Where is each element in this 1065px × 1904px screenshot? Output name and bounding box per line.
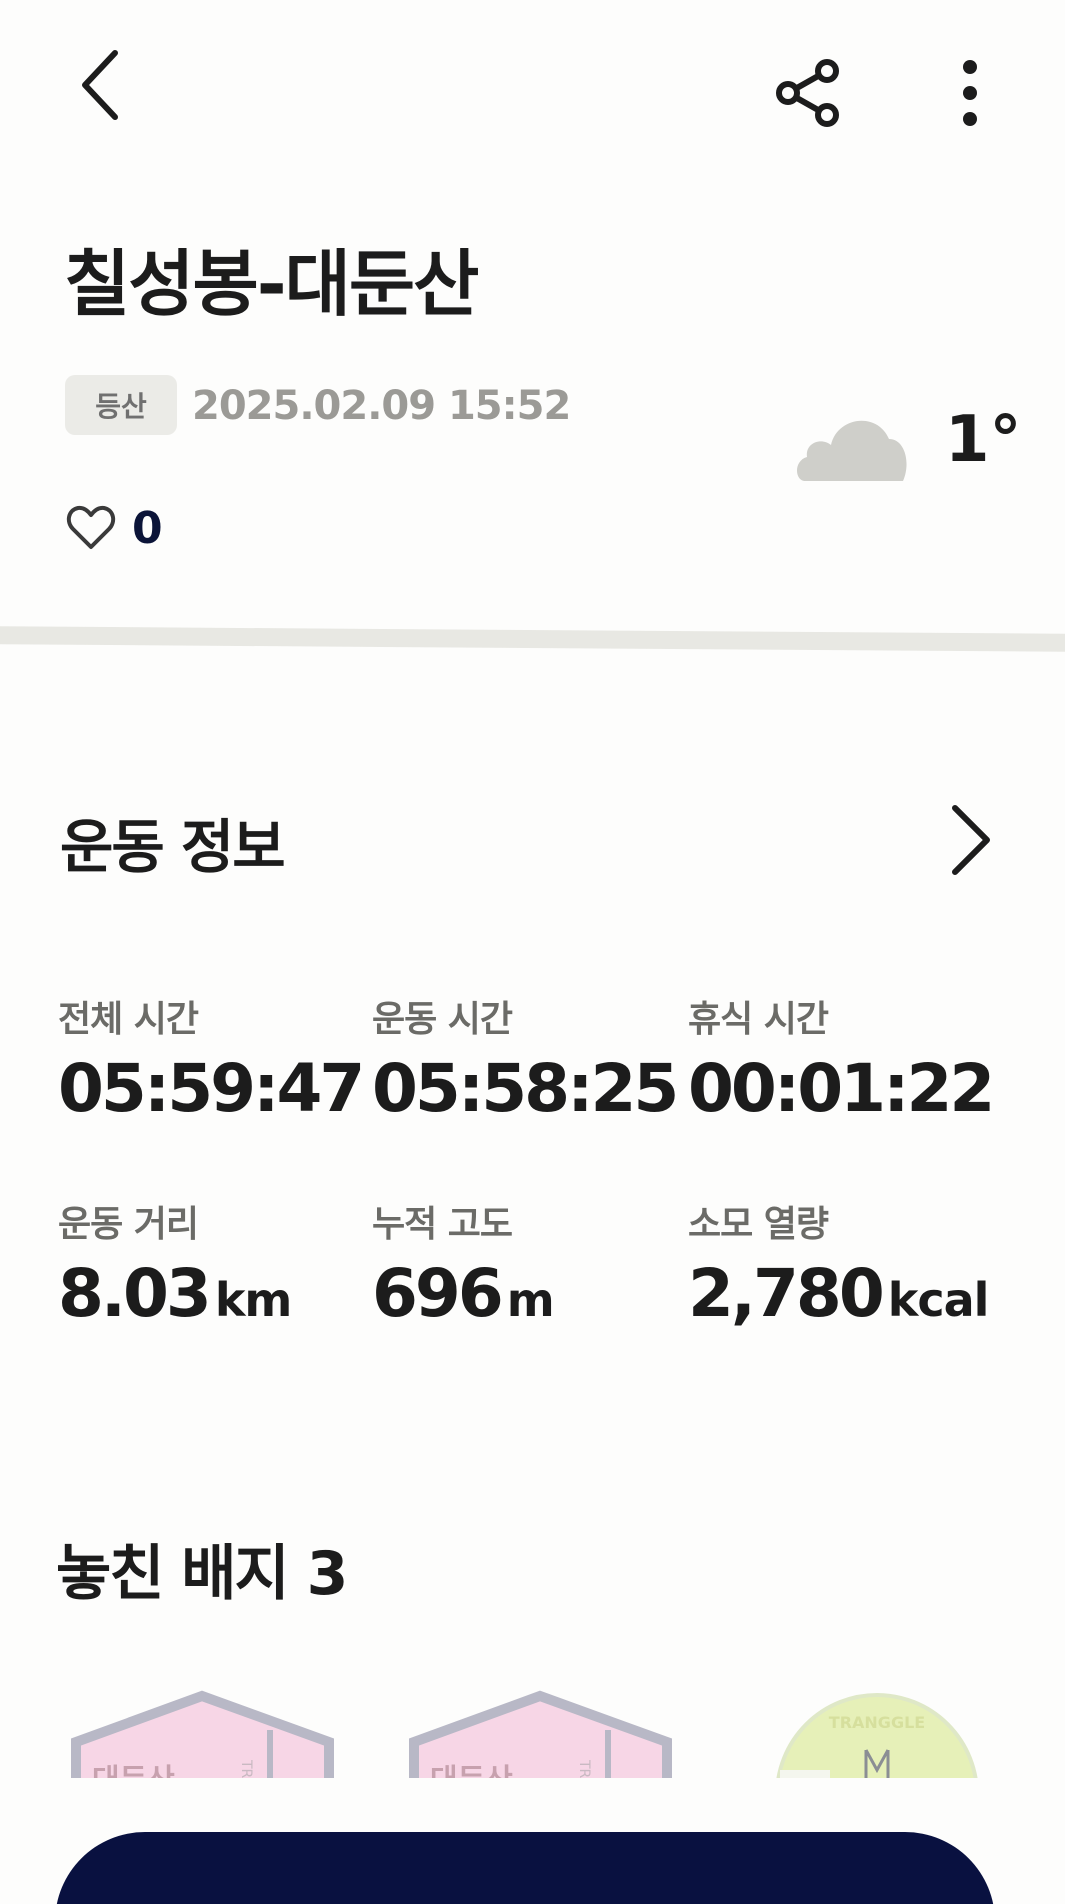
cloud-icon bbox=[793, 403, 908, 483]
exercise-section-title: 운동 정보 bbox=[60, 813, 286, 881]
category-badge: 등산 bbox=[65, 375, 177, 435]
badge-side-text: TRA bbox=[238, 1759, 254, 1778]
stat-distance: 운동 거리 8.03 km bbox=[58, 1195, 358, 1328]
stat-value: 2,780 bbox=[688, 1255, 885, 1332]
stat-calories: 소모 열량 2,780 kcal bbox=[688, 1195, 990, 1328]
stat-value: 696 bbox=[372, 1255, 504, 1332]
temperature: 1° bbox=[945, 403, 1022, 477]
stat-value: 8.03 bbox=[58, 1255, 212, 1332]
like-count: 0 bbox=[132, 503, 163, 554]
stat-total-time: 전체 시간 05:59:47 bbox=[58, 990, 365, 1123]
stat-unit: km bbox=[214, 1273, 293, 1327]
badge-label: TRANGGLE bbox=[829, 1713, 925, 1732]
stat-rest-time: 휴식 시간 00:01:22 bbox=[688, 990, 995, 1123]
badge-item[interactable]: TRANGGLE bbox=[772, 1690, 982, 1778]
badge-label: 대둔산 bbox=[430, 1763, 513, 1778]
stat-label: 전체 시간 bbox=[58, 999, 199, 1040]
bottom-action-button[interactable] bbox=[55, 1832, 995, 1904]
stat-elevation: 누적 고도 696 m bbox=[372, 1195, 672, 1328]
more-options-button[interactable] bbox=[935, 50, 1005, 135]
stat-unit: m bbox=[506, 1273, 555, 1327]
stat-label: 누적 고도 bbox=[372, 1204, 513, 1245]
stat-label: 운동 거리 bbox=[58, 1204, 199, 1245]
chevron-right-icon bbox=[952, 805, 990, 875]
badge-item[interactable]: 대둔산 TRA bbox=[70, 1690, 335, 1778]
badge-item[interactable]: 대둔산 TRA bbox=[408, 1690, 673, 1778]
back-button[interactable] bbox=[60, 40, 140, 130]
stat-label: 운동 시간 bbox=[372, 999, 513, 1040]
missed-badges-title: 놓친 배지 3 bbox=[56, 1539, 348, 1609]
activity-datetime: 2025.02.09 15:52 bbox=[192, 383, 571, 429]
stat-unit: kcal bbox=[887, 1273, 990, 1327]
share-button[interactable] bbox=[765, 50, 850, 135]
stat-label: 휴식 시간 bbox=[688, 999, 829, 1040]
badge-side-text: TRA bbox=[576, 1759, 592, 1778]
stat-value: 05:59:47 bbox=[58, 1050, 365, 1127]
stat-label: 소모 열량 bbox=[688, 1204, 829, 1245]
more-vertical-icon bbox=[963, 59, 977, 126]
stat-exercise-time: 운동 시간 05:58:25 bbox=[372, 990, 679, 1123]
heart-icon[interactable] bbox=[66, 503, 116, 553]
chevron-left-icon bbox=[82, 50, 118, 120]
share-icon bbox=[775, 58, 839, 127]
stat-value: 05:58:25 bbox=[372, 1050, 679, 1127]
exercise-detail-button[interactable] bbox=[935, 800, 1005, 880]
section-divider bbox=[0, 626, 1065, 652]
stat-value: 00:01:22 bbox=[688, 1050, 995, 1127]
badge-label: 대둔산 bbox=[92, 1763, 175, 1778]
page-title: 칠성봉-대둔산 bbox=[64, 242, 479, 326]
